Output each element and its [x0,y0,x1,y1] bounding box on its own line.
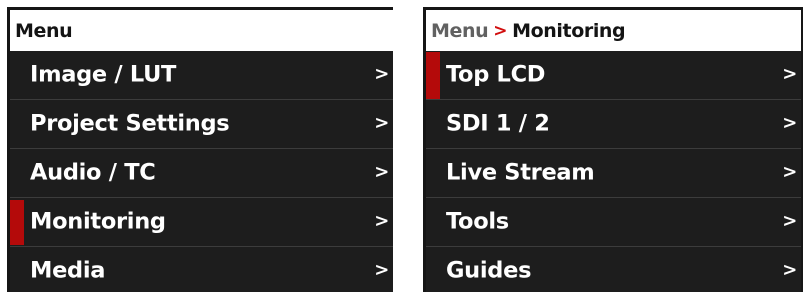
chevron-right-icon: > [782,112,797,134]
menu-item-label: SDI 1 / 2 [446,110,550,137]
menu-item-tools[interactable]: Tools > [426,198,801,247]
selection-marker [10,200,24,245]
breadcrumb-separator-icon: > [493,20,508,41]
menu-item-top-lcd[interactable]: Top LCD > [426,51,801,100]
menu-item-guides[interactable]: Guides > [426,247,801,292]
menu-item-label: Monitoring [30,208,166,235]
menu-item-label: Tools [446,208,509,235]
chevron-right-icon: > [374,259,389,281]
chevron-right-icon: > [374,210,389,232]
chevron-right-icon: > [782,161,797,183]
menu-item-audio-tc[interactable]: Audio / TC > [10,149,393,198]
chevron-right-icon: > [782,63,797,85]
menu-item-live-stream[interactable]: Live Stream > [426,149,801,198]
menu-item-label: Project Settings [30,110,230,137]
chevron-right-icon: > [374,161,389,183]
menu-item-label: Media [30,257,106,284]
menu-title: Menu [15,19,73,42]
monitoring-menu-list: Top LCD > SDI 1 / 2 > Live Stream > Tool… [426,51,801,292]
main-menu-list: Image / LUT > Project Settings > Audio /… [10,51,393,292]
menu-item-sdi[interactable]: SDI 1 / 2 > [426,100,801,149]
breadcrumb-current: Monitoring [512,19,626,42]
menu-item-label: Image / LUT [30,61,177,88]
menu-item-label: Live Stream [446,159,595,186]
chevron-right-icon: > [374,112,389,134]
menu-item-monitoring[interactable]: Monitoring > [10,198,393,247]
selection-marker [426,52,440,99]
main-menu-panel: Menu Image / LUT > Project Settings > Au… [7,7,393,292]
menu-item-media[interactable]: Media > [10,247,393,292]
menu-item-image-lut[interactable]: Image / LUT > [10,51,393,100]
chevron-right-icon: > [782,259,797,281]
breadcrumb: Menu > Monitoring [426,10,801,51]
chevron-right-icon: > [782,210,797,232]
monitoring-menu-panel: Menu > Monitoring Top LCD > SDI 1 / 2 > … [423,7,803,292]
menu-item-project-settings[interactable]: Project Settings > [10,100,393,149]
chevron-right-icon: > [374,63,389,85]
menu-item-label: Guides [446,257,532,284]
menu-item-label: Top LCD [446,61,546,88]
breadcrumb-root[interactable]: Menu [431,20,489,42]
menu-header: Menu [10,10,393,51]
menu-item-label: Audio / TC [30,159,156,186]
